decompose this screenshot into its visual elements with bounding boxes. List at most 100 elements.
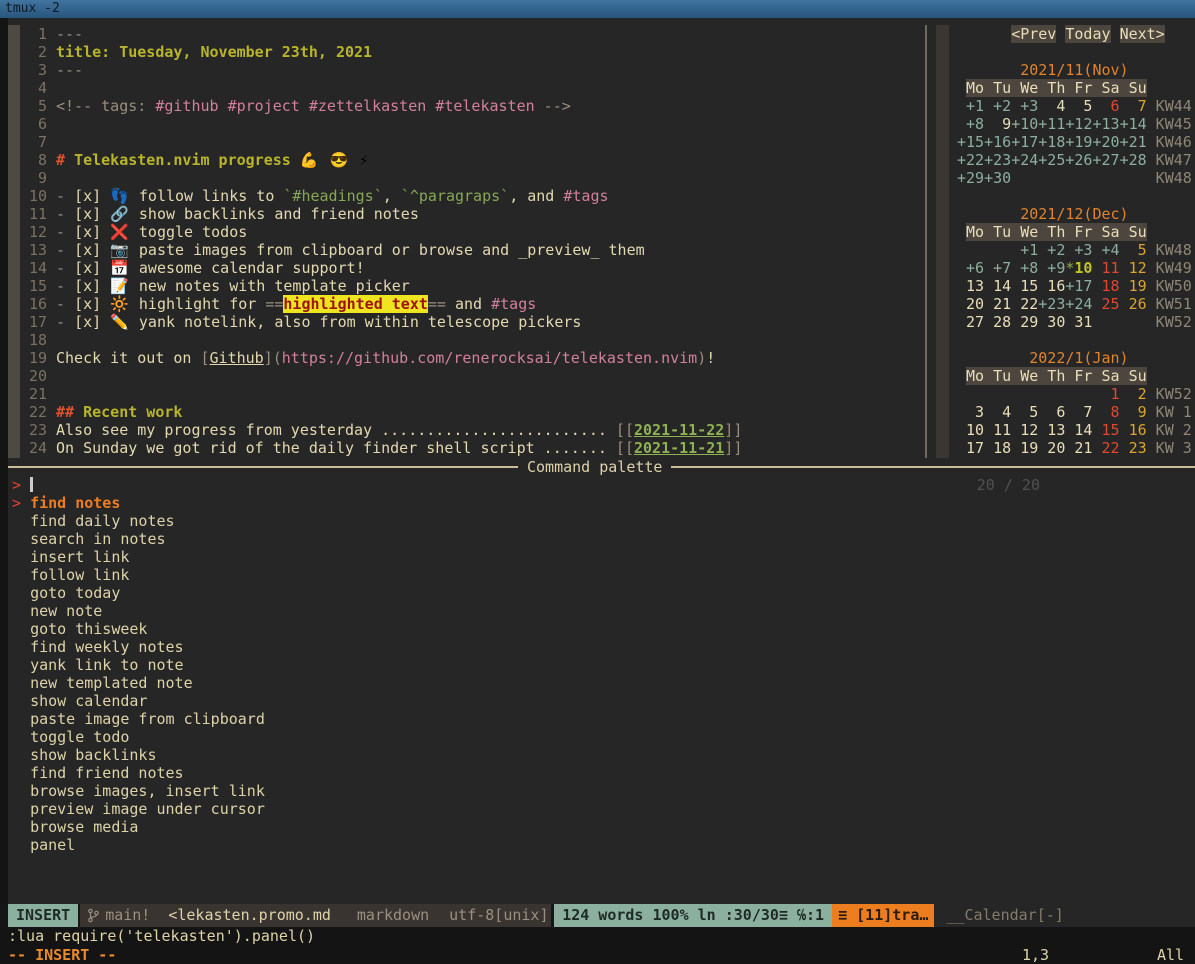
calendar-day[interactable]: 12 — [1011, 421, 1038, 439]
pane-divider[interactable] — [925, 25, 927, 458]
calendar-day[interactable]: 19 — [1120, 277, 1147, 295]
calendar-day[interactable]: +25 — [1038, 151, 1065, 169]
calendar-day[interactable]: +20 — [1092, 133, 1119, 151]
calendar-day[interactable]: 29 — [1011, 313, 1038, 331]
calendar-day[interactable]: 27 — [957, 313, 984, 331]
calendar-day[interactable]: +22 — [957, 151, 984, 169]
calendar-day[interactable]: 5 — [1065, 97, 1092, 115]
calendar-day[interactable]: 7 — [1120, 97, 1147, 115]
calendar-day[interactable]: 15 — [1092, 421, 1119, 439]
palette-item[interactable]: find daily notes — [8, 512, 1195, 530]
palette-item[interactable]: find friend notes — [8, 764, 1195, 782]
calendar-day[interactable]: 8 — [1092, 403, 1119, 421]
calendar-day[interactable]: +10 — [1011, 115, 1038, 133]
calendar-day[interactable]: 6 — [1038, 403, 1065, 421]
editor-pane[interactable]: 1---2title: Tuesday, November 23th, 2021… — [20, 25, 925, 458]
palette-item[interactable]: paste image from clipboard — [8, 710, 1195, 728]
palette-item[interactable]: goto today — [8, 584, 1195, 602]
palette-item[interactable]: toggle todo — [8, 728, 1195, 746]
calendar-day[interactable]: 2 — [1120, 385, 1147, 403]
calendar-day[interactable]: +9 — [1038, 259, 1065, 277]
calendar-day[interactable]: 31 — [1065, 313, 1092, 331]
calendar-day[interactable]: +16 — [984, 133, 1011, 151]
calendar-day[interactable]: +17 — [1065, 277, 1092, 295]
calendar-day[interactable]: +2 — [1038, 241, 1065, 259]
calendar-day[interactable]: 11 — [984, 421, 1011, 439]
calendar-today-button[interactable]: Today — [1065, 25, 1110, 43]
calendar-day[interactable]: 16 — [1120, 421, 1147, 439]
palette-item[interactable]: new note — [8, 602, 1195, 620]
calendar-day[interactable]: +30 — [984, 169, 1011, 187]
calendar-next-button[interactable]: Next> — [1120, 25, 1165, 43]
calendar-day[interactable]: +8 — [957, 115, 984, 133]
calendar-day[interactable]: +21 — [1120, 133, 1147, 151]
calendar-day[interactable]: 15 — [1011, 277, 1038, 295]
command-line[interactable]: :lua require('telekasten').panel() — [0, 927, 1195, 946]
calendar-day[interactable]: 22 — [1092, 439, 1119, 457]
calendar-day[interactable]: 20 — [1038, 439, 1065, 457]
calendar-day[interactable]: 18 — [984, 439, 1011, 457]
calendar-day[interactable]: 19 — [1011, 439, 1038, 457]
palette-item[interactable]: new templated note — [8, 674, 1195, 692]
palette-item[interactable]: search in notes — [8, 530, 1195, 548]
calendar-scrollbar[interactable] — [936, 25, 949, 458]
calendar-day[interactable]: +4 — [1092, 241, 1119, 259]
calendar-day[interactable]: +24 — [1011, 151, 1038, 169]
calendar-day[interactable]: +7 — [984, 259, 1011, 277]
palette-item[interactable]: browse media — [8, 818, 1195, 836]
calendar-day[interactable]: +3 — [1065, 241, 1092, 259]
calendar-day[interactable]: +13 — [1092, 115, 1119, 133]
calendar-day[interactable]: 5 — [1011, 403, 1038, 421]
palette-item[interactable]: goto thisweek — [8, 620, 1195, 638]
calendar-day[interactable]: 14 — [984, 277, 1011, 295]
calendar-day[interactable]: 11 — [1092, 259, 1119, 277]
palette-item[interactable]: show calendar — [8, 692, 1195, 710]
palette-item[interactable]: > find notes — [8, 494, 1195, 512]
calendar-day[interactable]: 12 — [1120, 259, 1147, 277]
calendar-day[interactable]: 6 — [1092, 97, 1119, 115]
calendar-day[interactable]: +26 — [1065, 151, 1092, 169]
palette-item[interactable]: find weekly notes — [8, 638, 1195, 656]
calendar-day[interactable]: 21 — [984, 295, 1011, 313]
palette-item[interactable]: insert link — [8, 548, 1195, 566]
palette-item[interactable]: show backlinks — [8, 746, 1195, 764]
editor-scrollbar[interactable] — [8, 25, 20, 458]
calendar-day[interactable]: 13 — [957, 277, 984, 295]
calendar-day[interactable]: 20 — [957, 295, 984, 313]
buffer-tab-indicator[interactable]: ≡ [11]tra… — [832, 904, 934, 927]
calendar-day[interactable]: 9 — [984, 115, 1011, 133]
calendar-day[interactable]: 7 — [1065, 403, 1092, 421]
calendar-day[interactable]: +1 — [957, 97, 984, 115]
palette-prompt-row[interactable]: > 20 / 20 — [8, 476, 1195, 494]
calendar-day[interactable]: 17 — [957, 439, 984, 457]
calendar-day[interactable]: +12 — [1065, 115, 1092, 133]
calendar-day[interactable]: 26 — [1120, 295, 1147, 313]
calendar-day[interactable]: +14 — [1120, 115, 1147, 133]
calendar-day[interactable]: +6 — [957, 259, 984, 277]
calendar-day[interactable]: +1 — [1011, 241, 1038, 259]
calendar-day[interactable]: 16 — [1038, 277, 1065, 295]
calendar-day[interactable]: 25 — [1092, 295, 1119, 313]
calendar-day[interactable]: 10 — [957, 421, 984, 439]
calendar-day[interactable]: +27 — [1092, 151, 1119, 169]
calendar-day[interactable]: +19 — [1065, 133, 1092, 151]
calendar-day[interactable]: 4 — [1038, 97, 1065, 115]
calendar-day[interactable]: 9 — [1120, 403, 1147, 421]
palette-item[interactable]: yank link to note — [8, 656, 1195, 674]
palette-item[interactable]: follow link — [8, 566, 1195, 584]
palette-item[interactable]: preview image under cursor — [8, 800, 1195, 818]
calendar-day-today[interactable]: *10 — [1065, 259, 1092, 277]
calendar-day[interactable]: 3 — [957, 403, 984, 421]
calendar-day[interactable]: 5 — [1120, 241, 1147, 259]
calendar-day[interactable]: +23 — [1038, 295, 1065, 313]
calendar-day[interactable]: +17 — [1011, 133, 1038, 151]
calendar-day[interactable]: 28 — [984, 313, 1011, 331]
calendar-prev-button[interactable]: <Prev — [1011, 25, 1056, 43]
calendar-day[interactable]: +18 — [1038, 133, 1065, 151]
palette-item[interactable]: browse images, insert link — [8, 782, 1195, 800]
calendar-day[interactable]: 13 — [1038, 421, 1065, 439]
calendar-day[interactable]: 21 — [1065, 439, 1092, 457]
calendar-day[interactable]: 23 — [1120, 439, 1147, 457]
calendar-day[interactable]: 18 — [1092, 277, 1119, 295]
calendar-day[interactable]: +28 — [1120, 151, 1147, 169]
